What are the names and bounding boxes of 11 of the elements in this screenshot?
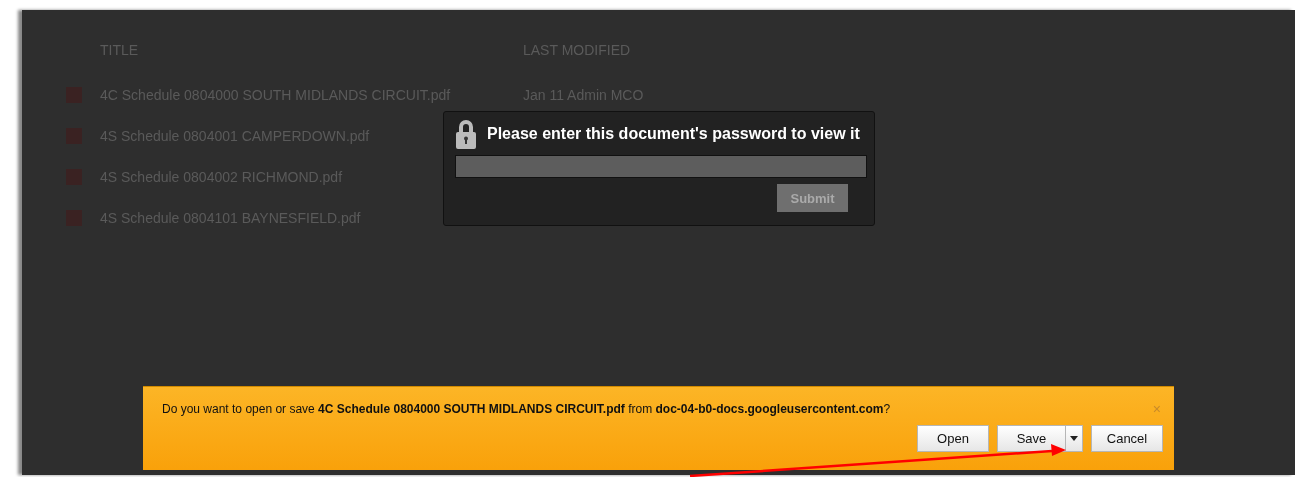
dialog-title: Please enter this document's password to view it [487, 125, 860, 143]
open-button[interactable]: Open [917, 425, 989, 452]
download-prompt-text: Do you want to open or save 4C Schedule 0804000 SOUTH MIDLANDS CIRCUIT.pdf from doc-04-b0-docs.googleusercontent.com? [162, 402, 891, 416]
cancel-button[interactable]: Cancel [1091, 425, 1163, 452]
lock-icon [455, 119, 477, 149]
password-field[interactable] [455, 155, 867, 178]
caret-icon [1070, 436, 1078, 441]
submit-button[interactable]: Submit [777, 184, 848, 212]
close-button[interactable]: × [1149, 401, 1164, 417]
save-button[interactable]: Save [997, 425, 1065, 452]
dropdown-button[interactable] [1065, 425, 1083, 452]
